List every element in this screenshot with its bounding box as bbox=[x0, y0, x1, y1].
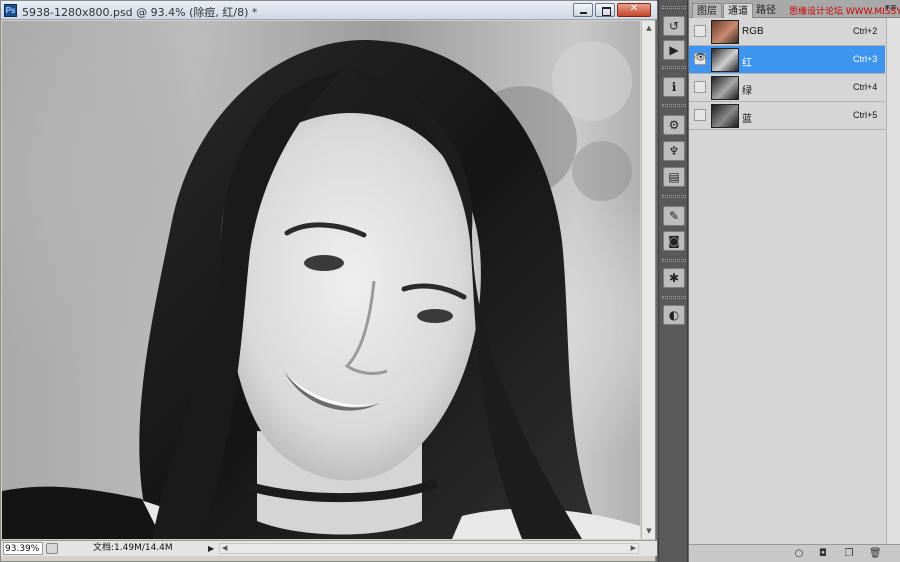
dock-grip[interactable] bbox=[662, 104, 686, 107]
brush-presets-icon[interactable]: ✎ bbox=[663, 206, 685, 226]
info-icon[interactable]: ℹ bbox=[663, 77, 685, 97]
load-selection-icon[interactable]: ○ bbox=[793, 548, 805, 560]
actions-icon[interactable]: ▶ bbox=[663, 40, 685, 60]
minimize-button[interactable] bbox=[573, 3, 593, 17]
channel-name: 蓝 bbox=[742, 114, 752, 125]
channel-name: 红 bbox=[742, 58, 752, 69]
panel-dock: ↺ ▶ ℹ ⚙ ♆ ▤ ✎ ◙ ✱ ◐ bbox=[658, 0, 688, 562]
status-preview-icon[interactable] bbox=[46, 543, 58, 554]
masks-icon[interactable]: ◙ bbox=[663, 231, 685, 251]
dock-grip[interactable] bbox=[662, 259, 686, 262]
scroll-down-icon[interactable]: ▼ bbox=[644, 526, 654, 536]
panel-scrollbar[interactable] bbox=[886, 18, 900, 544]
image-canvas[interactable] bbox=[2, 21, 640, 539]
channel-thumbnail bbox=[711, 48, 739, 72]
tool-presets-icon[interactable]: ▤ bbox=[663, 167, 685, 187]
channel-row-rgb[interactable]: RGB Ctrl+2 bbox=[689, 18, 885, 46]
clone-source-icon[interactable]: ♆ bbox=[663, 141, 685, 161]
channel-shortcut: Ctrl+3 bbox=[853, 54, 878, 64]
color-palette-icon[interactable]: ✱ bbox=[663, 268, 685, 288]
dock-grip[interactable] bbox=[662, 195, 686, 198]
navigator-icon[interactable]: ◐ bbox=[663, 305, 685, 325]
channel-row-red[interactable]: 👁 红 Ctrl+3 bbox=[689, 46, 885, 74]
visibility-toggle[interactable] bbox=[694, 25, 706, 37]
channel-thumbnail bbox=[711, 20, 739, 44]
channel-shortcut: Ctrl+5 bbox=[853, 110, 878, 120]
dock-grip[interactable] bbox=[662, 296, 686, 299]
channel-shortcut: Ctrl+4 bbox=[853, 82, 878, 92]
tab-paths[interactable]: 路径 bbox=[752, 3, 780, 18]
eye-icon: 👁 bbox=[695, 53, 707, 63]
status-bar: 93.39% 文档:1.49M/14.4M ▶ ◀ ▶ bbox=[1, 540, 657, 556]
vertical-scrollbar[interactable]: ▲ ▼ bbox=[641, 21, 655, 539]
channel-name: RGB bbox=[742, 26, 764, 37]
new-channel-icon[interactable]: ❐ bbox=[843, 548, 855, 560]
site-watermark: 思缘设计论坛 WWW.MISSYUAN.COM bbox=[789, 7, 900, 17]
scroll-right-icon[interactable]: ▶ bbox=[631, 544, 636, 552]
tab-layers[interactable]: 图层 bbox=[692, 3, 722, 18]
delete-channel-icon[interactable]: 🗑 bbox=[869, 548, 882, 560]
scroll-up-icon[interactable]: ▲ bbox=[644, 23, 654, 33]
visibility-toggle[interactable] bbox=[694, 109, 706, 121]
document-window: Ps 5938-1280x800.psd @ 93.4% (除痘, 红/8) * bbox=[0, 0, 657, 562]
document-title: 5938-1280x800.psd @ 93.4% (除痘, 红/8) * bbox=[22, 6, 258, 19]
history-icon[interactable]: ↺ bbox=[663, 16, 685, 36]
save-selection-icon[interactable]: ◘ bbox=[817, 548, 829, 560]
adjustments-icon[interactable]: ⚙ bbox=[663, 115, 685, 135]
panel-menu-icon[interactable]: ▾≡ bbox=[885, 3, 897, 13]
visibility-toggle[interactable] bbox=[694, 81, 706, 93]
channel-shortcut: Ctrl+2 bbox=[853, 26, 878, 36]
channel-thumbnail bbox=[711, 76, 739, 100]
dock-grip[interactable] bbox=[662, 6, 686, 9]
horizontal-scrollbar[interactable]: ◀ ▶ bbox=[219, 543, 639, 554]
status-menu-arrow-icon[interactable]: ▶ bbox=[208, 543, 218, 554]
panel-bottom-bar: ○ ◘ ❐ 🗑 bbox=[689, 544, 900, 562]
channel-row-green[interactable]: 绿 Ctrl+4 bbox=[689, 74, 885, 102]
channel-row-blue[interactable]: 蓝 Ctrl+5 bbox=[689, 102, 885, 130]
channel-name: 绿 bbox=[742, 86, 752, 97]
zoom-field[interactable]: 93.39% bbox=[3, 542, 43, 555]
visibility-toggle[interactable]: 👁 bbox=[694, 53, 706, 65]
maximize-button[interactable] bbox=[595, 3, 615, 17]
document-titlebar[interactable]: Ps 5938-1280x800.psd @ 93.4% (除痘, 红/8) * bbox=[1, 1, 657, 20]
dock-grip[interactable] bbox=[662, 66, 686, 69]
tab-channels[interactable]: 通道 bbox=[723, 3, 753, 18]
channels-panel: 图层 通道 路径 思缘设计论坛 WWW.MISSYUAN.COM ▾≡ RGB … bbox=[689, 0, 900, 562]
portrait-image bbox=[2, 40, 640, 539]
document-size-info: 文档:1.49M/14.4M bbox=[93, 543, 173, 553]
close-button[interactable] bbox=[617, 3, 651, 17]
scroll-left-icon[interactable]: ◀ bbox=[222, 544, 227, 552]
panel-tab-bar: 图层 通道 路径 思缘设计论坛 WWW.MISSYUAN.COM ▾≡ bbox=[689, 0, 900, 18]
channel-thumbnail bbox=[711, 104, 739, 128]
photoshop-logo-icon: Ps bbox=[4, 4, 17, 17]
